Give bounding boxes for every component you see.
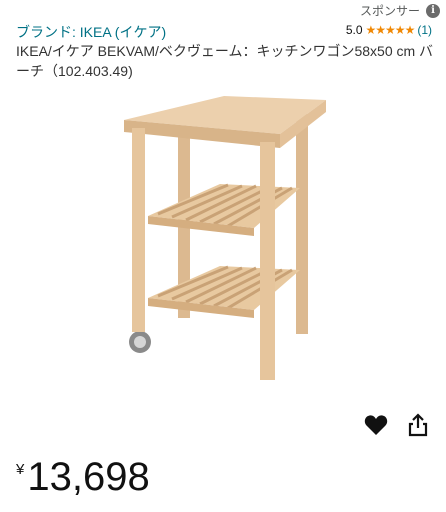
- caster-hub: [134, 336, 146, 348]
- product-image[interactable]: [110, 84, 340, 384]
- rating[interactable]: 5.0 ★★★★★ (1): [346, 23, 432, 37]
- front-right-leg: [260, 142, 275, 380]
- front-left-leg: [132, 128, 145, 332]
- sponsored-text: スポンサー: [359, 4, 420, 18]
- brand-link[interactable]: ブランド: IKEA (イケア): [16, 22, 166, 42]
- share-icon[interactable]: [407, 413, 429, 437]
- price-amount: 13,698: [27, 455, 150, 499]
- heart-icon[interactable]: [364, 414, 388, 436]
- price: ¥ 13,698: [16, 455, 150, 499]
- info-icon[interactable]: i: [426, 3, 440, 18]
- product-title[interactable]: IKEA/イケア BEKVAM/ベクヴェーム：キッチンワゴン58x50 cm バ…: [16, 41, 436, 81]
- currency-symbol: ¥: [16, 461, 25, 478]
- rating-score: 5.0: [345, 23, 363, 37]
- sponsored-label[interactable]: スポンサー i: [360, 2, 440, 19]
- star-rating-icon: ★★★★★: [365, 23, 416, 37]
- rating-count[interactable]: (1): [417, 23, 432, 37]
- back-right-leg: [296, 114, 308, 334]
